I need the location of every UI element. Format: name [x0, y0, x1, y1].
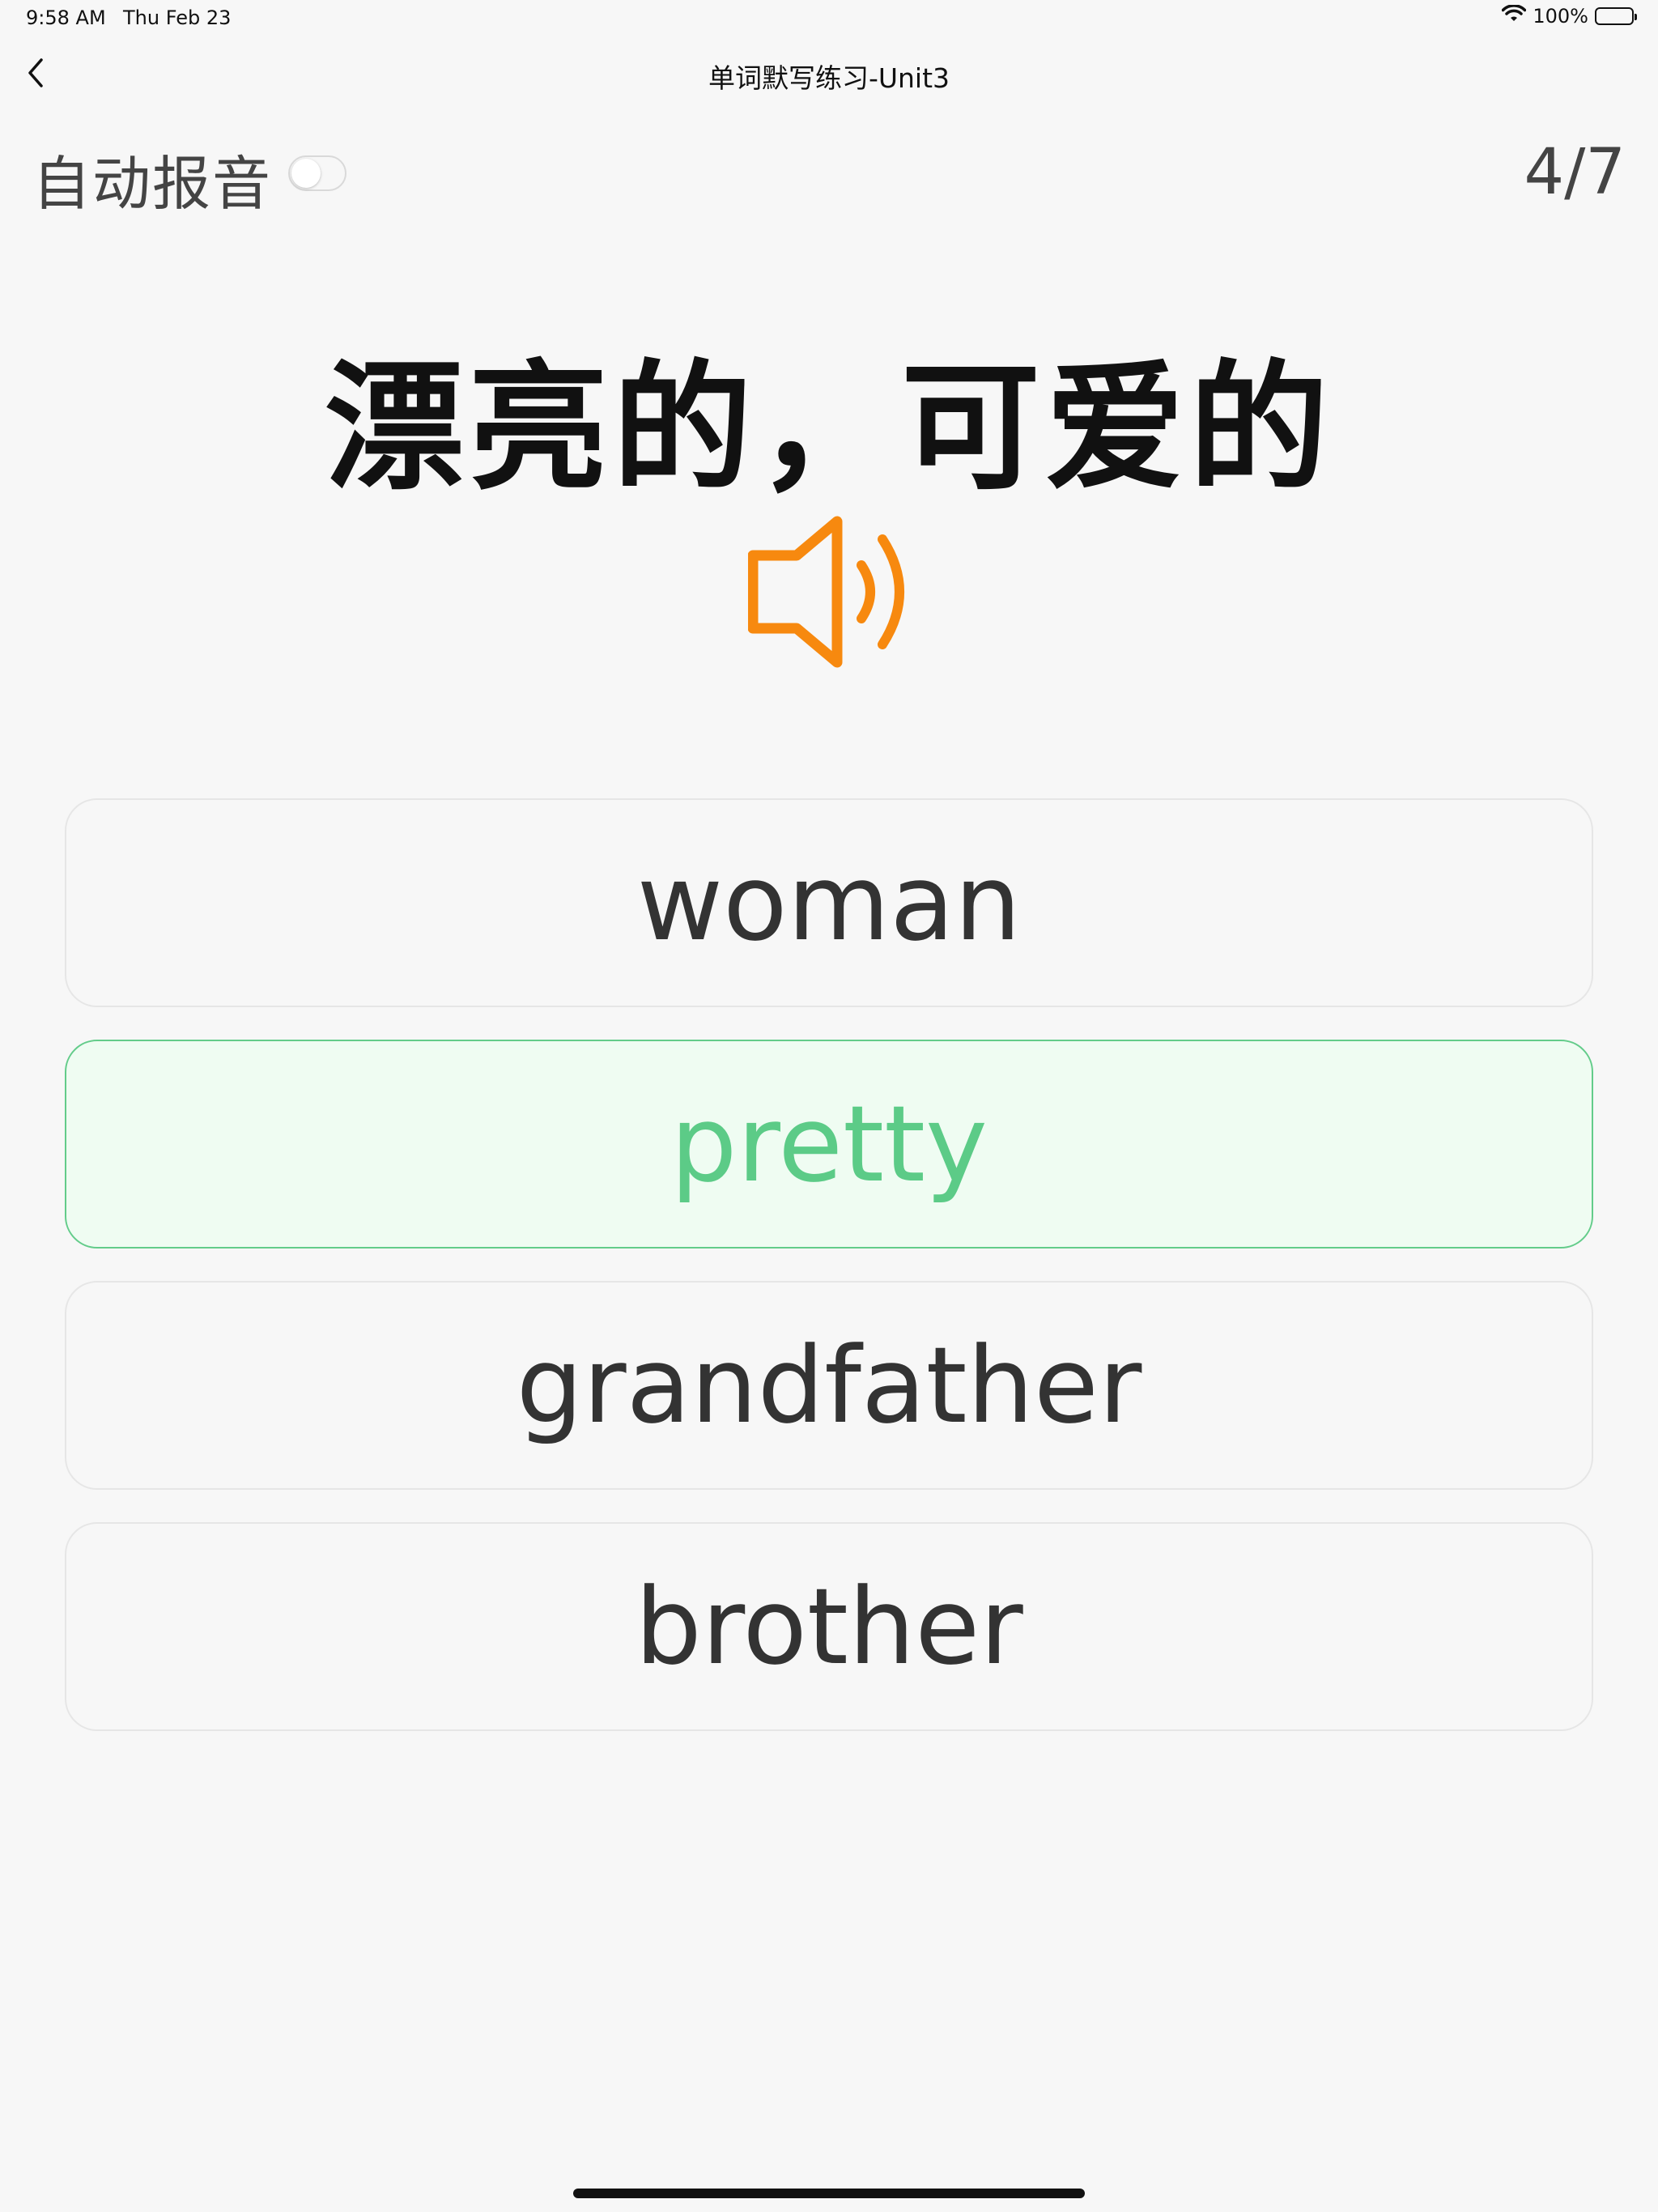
status-bar: 9:58 AM Thu Feb 23 100%	[0, 0, 1658, 37]
status-time: 9:58 AM	[26, 6, 106, 29]
home-indicator[interactable]	[573, 2189, 1085, 2198]
option-button[interactable]: brother	[65, 1522, 1593, 1731]
chevron-left-icon	[26, 57, 45, 92]
status-date: Thu Feb 23	[123, 6, 232, 29]
battery-percent: 100%	[1533, 5, 1588, 28]
option-button[interactable]: woman	[65, 798, 1593, 1007]
auto-pronounce-label: 自动报音	[32, 150, 273, 218]
answer-options: woman pretty grandfather brother	[65, 798, 1593, 1763]
battery-icon	[1595, 7, 1637, 25]
option-label: pretty	[670, 1083, 988, 1206]
auto-pronounce-toggle[interactable]	[288, 155, 346, 191]
progress-counter: 4/7	[1524, 136, 1626, 209]
option-label: brother	[635, 1565, 1023, 1688]
speaker-button[interactable]	[747, 515, 910, 672]
status-indicators: 100%	[1502, 4, 1637, 28]
question-prompt: 漂亮的，可爱的	[325, 347, 1333, 509]
option-label: woman	[636, 841, 1022, 964]
option-label: grandfather	[516, 1324, 1142, 1447]
option-button[interactable]: grandfather	[65, 1281, 1593, 1490]
speaker-icon	[747, 516, 910, 672]
wifi-icon	[1502, 4, 1527, 28]
toggle-knob	[291, 159, 321, 188]
page-title: 单词默写练习-Unit3	[708, 62, 950, 94]
back-button[interactable]	[18, 57, 53, 92]
option-button-correct[interactable]: pretty	[65, 1040, 1593, 1249]
